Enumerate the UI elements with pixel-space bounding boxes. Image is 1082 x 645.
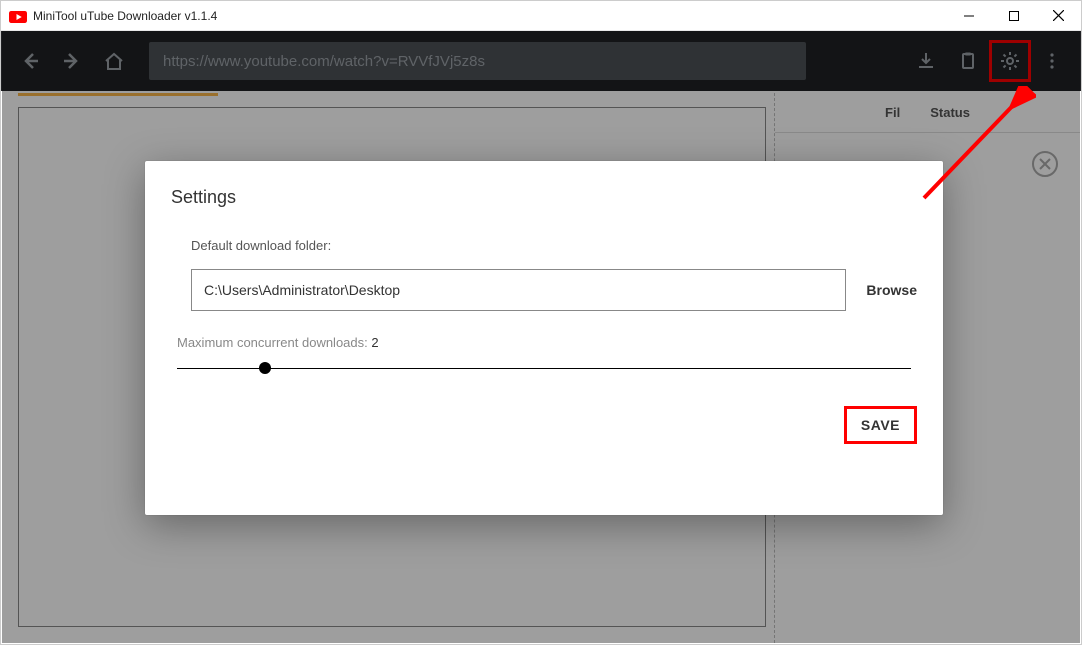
maximize-button[interactable] [991,1,1036,31]
minimize-button[interactable] [946,1,991,31]
close-button[interactable] [1036,1,1081,31]
folder-label: Default download folder: [191,238,917,253]
mcd-slider[interactable] [177,360,911,378]
browse-button[interactable]: Browse [866,282,917,298]
slider-thumb[interactable] [259,362,271,374]
mcd-label: Maximum concurrent downloads: 2 [177,335,917,350]
save-button[interactable]: SAVE [844,406,917,444]
mcd-label-text: Maximum concurrent downloads: [177,335,371,350]
close-icon [1053,10,1064,21]
slider-track [177,368,911,369]
app-window: MiniTool uTube Downloader v1.1.4 [0,0,1082,645]
settings-modal: Settings Default download folder: Browse… [145,161,943,515]
folder-input[interactable] [191,269,846,311]
modal-title: Settings [171,187,917,208]
mcd-value: 2 [371,335,378,350]
titlebar: MiniTool uTube Downloader v1.1.4 [1,1,1081,31]
maximize-icon [1009,11,1019,21]
app-logo-icon [9,10,27,22]
window-title: MiniTool uTube Downloader v1.1.4 [33,9,217,23]
minimize-icon [964,11,974,21]
